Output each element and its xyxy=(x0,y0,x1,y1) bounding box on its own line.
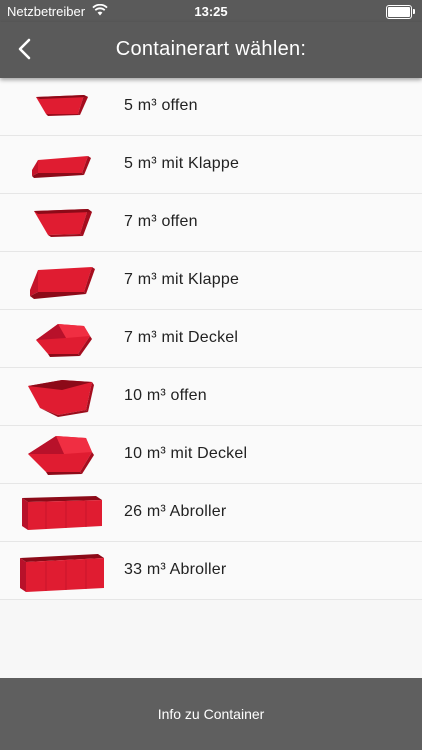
rolloff-container-icon xyxy=(22,496,102,530)
battery-icon xyxy=(386,5,415,19)
list-item-label: 7 m³ mit Deckel xyxy=(124,329,239,346)
list-item-label: 7 m³ offen xyxy=(124,213,198,230)
container-type-list: 5 m³ offen 5 m³ mit Klappe 7 m³ offen 7 … xyxy=(0,78,422,600)
skip-open-icon xyxy=(34,209,92,237)
list-item-10m3-deckel[interactable]: 10 m³ mit Deckel xyxy=(0,426,422,484)
list-item-label: 5 m³ offen xyxy=(124,97,198,114)
info-container-button[interactable]: Info zu Container xyxy=(0,678,422,750)
skip-open-large-icon xyxy=(28,380,94,417)
list-item-7m3-deckel[interactable]: 7 m³ mit Deckel xyxy=(0,310,422,368)
list-item-label: 26 m³ Abroller xyxy=(124,503,227,520)
list-item-label: 33 m³ Abroller xyxy=(124,561,227,578)
list-item-5m3-offen[interactable]: 5 m³ offen xyxy=(0,78,422,136)
list-item-5m3-klappe[interactable]: 5 m³ mit Klappe xyxy=(0,136,422,194)
navigation-bar: Containerart wählen: xyxy=(0,22,422,78)
skip-lid-icon xyxy=(36,324,92,357)
list-item-label: 5 m³ mit Klappe xyxy=(124,155,240,172)
clock: 13:25 xyxy=(194,4,228,19)
page-title: Containerart wählen: xyxy=(115,38,307,60)
info-container-label: Info zu Container xyxy=(157,706,265,722)
list-item-label: 10 m³ offen xyxy=(124,387,207,404)
skip-lid-large-icon xyxy=(28,436,94,475)
skip-flap-icon xyxy=(30,267,95,299)
skip-open-small-icon xyxy=(36,95,88,116)
skip-flap-small-icon xyxy=(32,156,91,178)
list-item-7m3-offen[interactable]: 7 m³ offen xyxy=(0,194,422,252)
list-item-label: 7 m³ mit Klappe xyxy=(124,271,240,288)
list-item-26m3-abroller[interactable]: 26 m³ Abroller xyxy=(0,484,422,542)
list-item-10m3-offen[interactable]: 10 m³ offen xyxy=(0,368,422,426)
list-item-label: 10 m³ mit Deckel xyxy=(124,445,248,462)
list-item-33m3-abroller[interactable]: 33 m³ Abroller xyxy=(0,542,422,600)
rolloff-container-large-icon xyxy=(20,554,104,592)
status-bar: Netzbetreiber 13:25 xyxy=(0,0,422,22)
list-item-7m3-klappe[interactable]: 7 m³ mit Klappe xyxy=(0,252,422,310)
